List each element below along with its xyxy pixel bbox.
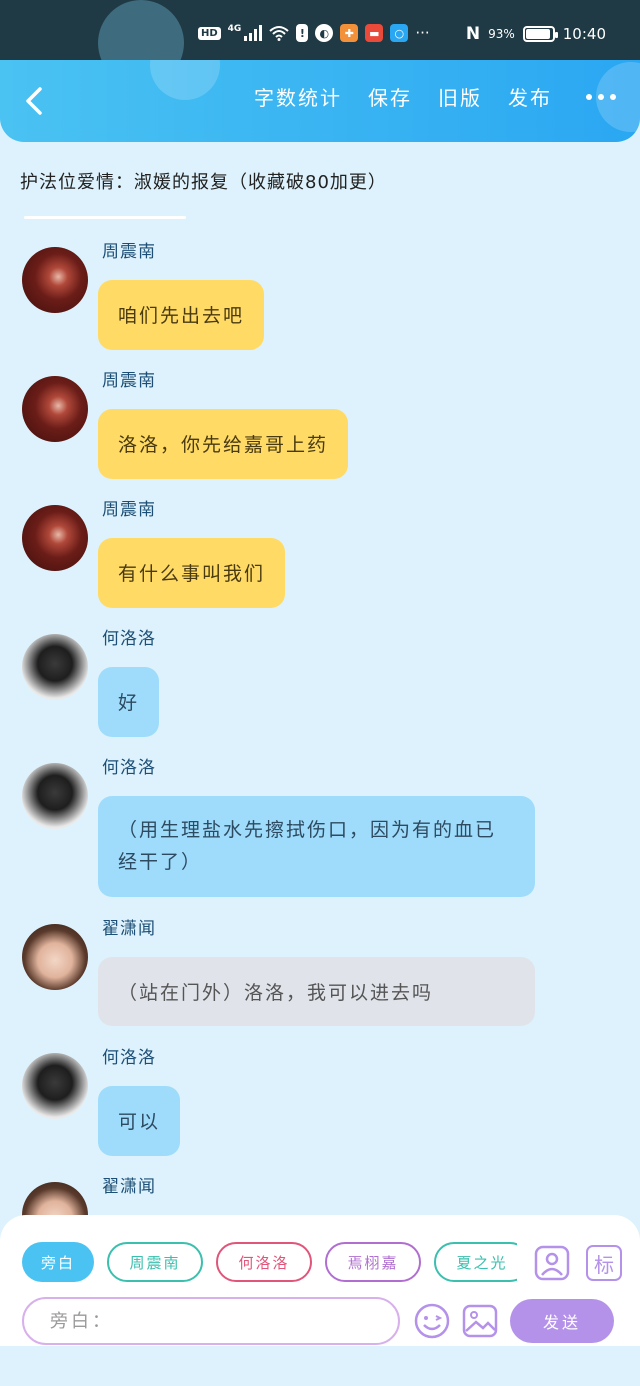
wifi-icon (269, 25, 289, 41)
decor-bubble (150, 60, 220, 100)
more-notifications-icon: ··· (415, 24, 430, 42)
battery-percent: 93% (488, 27, 515, 41)
battery-fill (525, 29, 550, 39)
bottom-strip (0, 1346, 640, 1386)
avatar[interactable] (22, 924, 88, 990)
clock: 10:40 (562, 25, 606, 43)
message-bubble[interactable]: （站在门外）洛洛，我可以进去吗 (98, 957, 535, 1026)
speaker-name: 周震南 (102, 500, 156, 520)
back-button[interactable] (20, 86, 50, 116)
avatar[interactable] (22, 634, 88, 700)
message-bubble[interactable]: （用生理盐水先擦拭伤口，因为有的血已经干了） (98, 796, 535, 897)
emoji-icon (414, 1303, 450, 1339)
more-menu-button[interactable] (586, 93, 616, 100)
role-chip-he[interactable]: 何洛洛 (216, 1242, 312, 1282)
message-bubble[interactable]: 可以 (98, 1086, 181, 1156)
role-chip-narrator[interactable]: 旁白 (22, 1242, 94, 1282)
emoji-button[interactable] (414, 1303, 450, 1339)
speaker-name: 翟潇闻 (102, 1177, 156, 1197)
image-button[interactable] (462, 1303, 498, 1339)
app-icon-3: ▬ (365, 24, 384, 42)
role-selector: 旁白 周震南 何洛洛 焉栩嘉 夏之光 (22, 1242, 517, 1284)
role-chip-xia[interactable]: 夏之光 (434, 1242, 517, 1282)
avatar[interactable] (22, 505, 88, 571)
message-bubble[interactable]: 咱们先出去吧 (98, 280, 265, 350)
hd-badge: HD (198, 26, 221, 40)
battery-icon (522, 26, 558, 42)
message-bubble[interactable]: 有什么事叫我们 (98, 538, 286, 608)
speaker-name: 何洛洛 (102, 758, 156, 778)
message-bubble[interactable]: 洛洛，你先给嘉哥上药 (98, 409, 349, 479)
speaker-name: 周震南 (102, 371, 156, 391)
header-actions: 字数统计 保存 旧版 发布 (254, 82, 616, 111)
avatar[interactable] (22, 247, 88, 313)
mark-button[interactable]: 标 (586, 1245, 622, 1281)
role-chip-yan[interactable]: 焉栩嘉 (325, 1242, 421, 1282)
title-divider (24, 216, 186, 219)
app-icon-2: ✚ (340, 24, 359, 42)
speaker-name: 何洛洛 (102, 1048, 156, 1068)
old-version-button[interactable]: 旧版 (438, 82, 482, 111)
status-left: HD 4G ! ◐ ✚ ▬ ○ ··· (198, 24, 430, 42)
add-role-button[interactable] (534, 1245, 570, 1281)
avatar[interactable] (22, 376, 88, 442)
message-input[interactable] (22, 1297, 400, 1345)
contact-icon (534, 1245, 570, 1281)
alert-icon: ! (296, 24, 309, 42)
image-icon (462, 1304, 498, 1338)
status-right: N 93% 10:40 (466, 24, 606, 44)
role-chip-zhou[interactable]: 周震南 (107, 1242, 203, 1282)
signal-icon (244, 25, 263, 41)
send-button[interactable]: 发送 (510, 1299, 614, 1343)
avatar[interactable] (22, 763, 88, 829)
message-bubble[interactable]: 好 (98, 667, 160, 737)
save-button[interactable]: 保存 (368, 82, 412, 111)
story-title[interactable]: 护法位爱情：淑媛的报复（收藏破80加更） (20, 168, 387, 194)
nfc-icon: N (465, 24, 481, 44)
status-bar: HD 4G ! ◐ ✚ ▬ ○ ··· N 93% 10:40 (0, 0, 640, 86)
app-icon-1: ◐ (315, 24, 334, 42)
word-count-button[interactable]: 字数统计 (254, 82, 342, 111)
publish-button[interactable]: 发布 (508, 82, 552, 111)
speaker-name: 翟潇闻 (102, 919, 156, 939)
network-label: 4G (227, 24, 242, 34)
speaker-name: 何洛洛 (102, 629, 156, 649)
avatar[interactable] (22, 1053, 88, 1119)
search-app-icon: ○ (390, 24, 409, 42)
header: 字数统计 保存 旧版 发布 (0, 60, 640, 142)
back-arrow-icon (26, 87, 42, 115)
speaker-name: 周震南 (102, 242, 156, 262)
